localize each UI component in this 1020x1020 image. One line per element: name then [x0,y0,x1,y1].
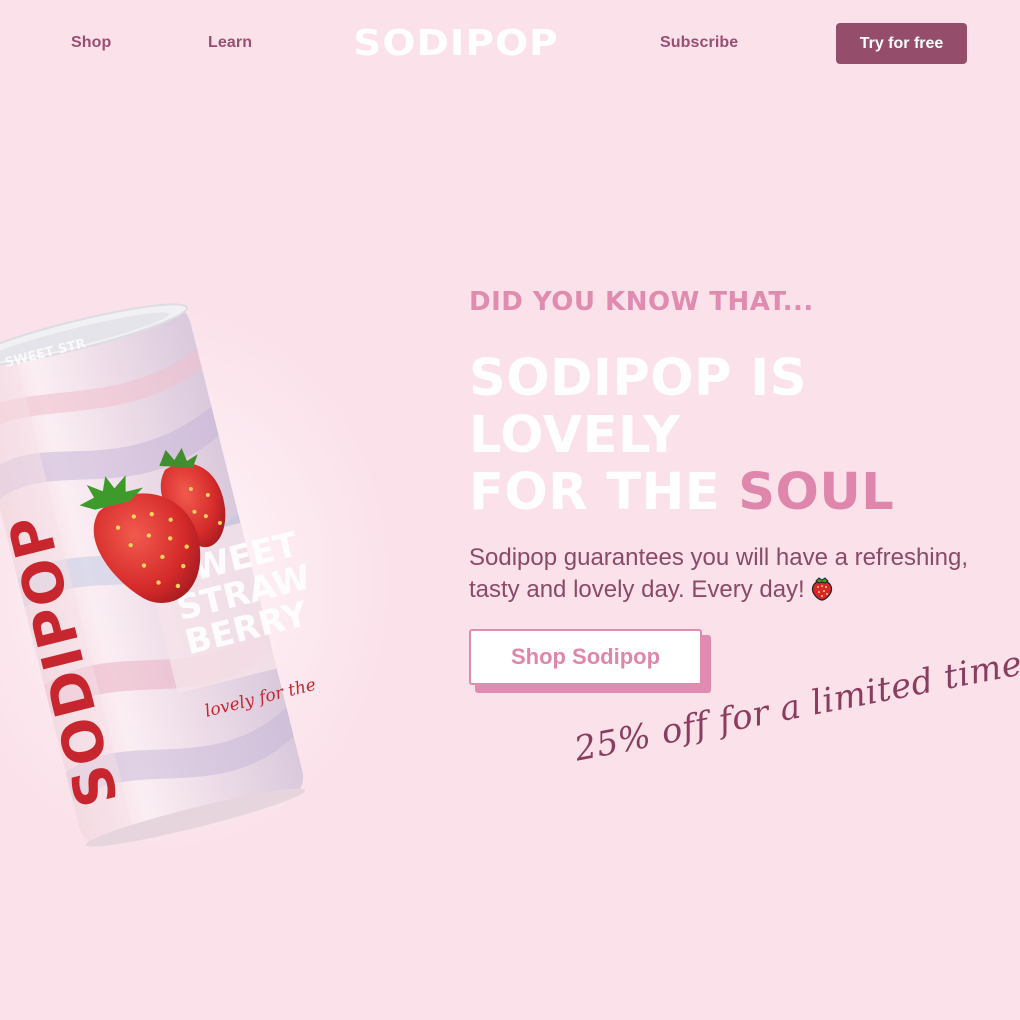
headline-line-2: LOVELY [469,406,681,465]
nav-link-subscribe[interactable]: Subscribe [660,34,738,52]
headline-line-1: SODIPOP IS [469,349,807,408]
brand-logo[interactable]: SODIPOP [350,23,562,64]
hero-description: Sodipop guarantees you will have a refre… [469,542,1014,610]
nav-link-shop[interactable]: Shop [71,34,111,52]
hero-eyebrow: DID YOU KNOW THAT... [469,287,814,317]
headline-line-3: FOR THE [469,463,739,522]
hero-description-text: Sodipop guarantees you will have a refre… [469,544,968,603]
landing-page: Shop Learn SODIPOP Subscribe Try for fre… [0,0,1020,1020]
nav-link-learn[interactable]: Learn [208,34,252,52]
headline-accent: SOUL [738,463,895,522]
hero-headline: SODIPOP IS LOVELY FOR THE SOUL [469,350,894,521]
try-for-free-button[interactable]: Try for free [836,23,967,64]
strawberry-icon [809,575,835,610]
shop-sodipop-button[interactable]: Shop Sodipop [469,629,702,685]
product-can-image: SODIPOP SWEET STR SWEET STRAW BERRY love… [0,299,318,851]
